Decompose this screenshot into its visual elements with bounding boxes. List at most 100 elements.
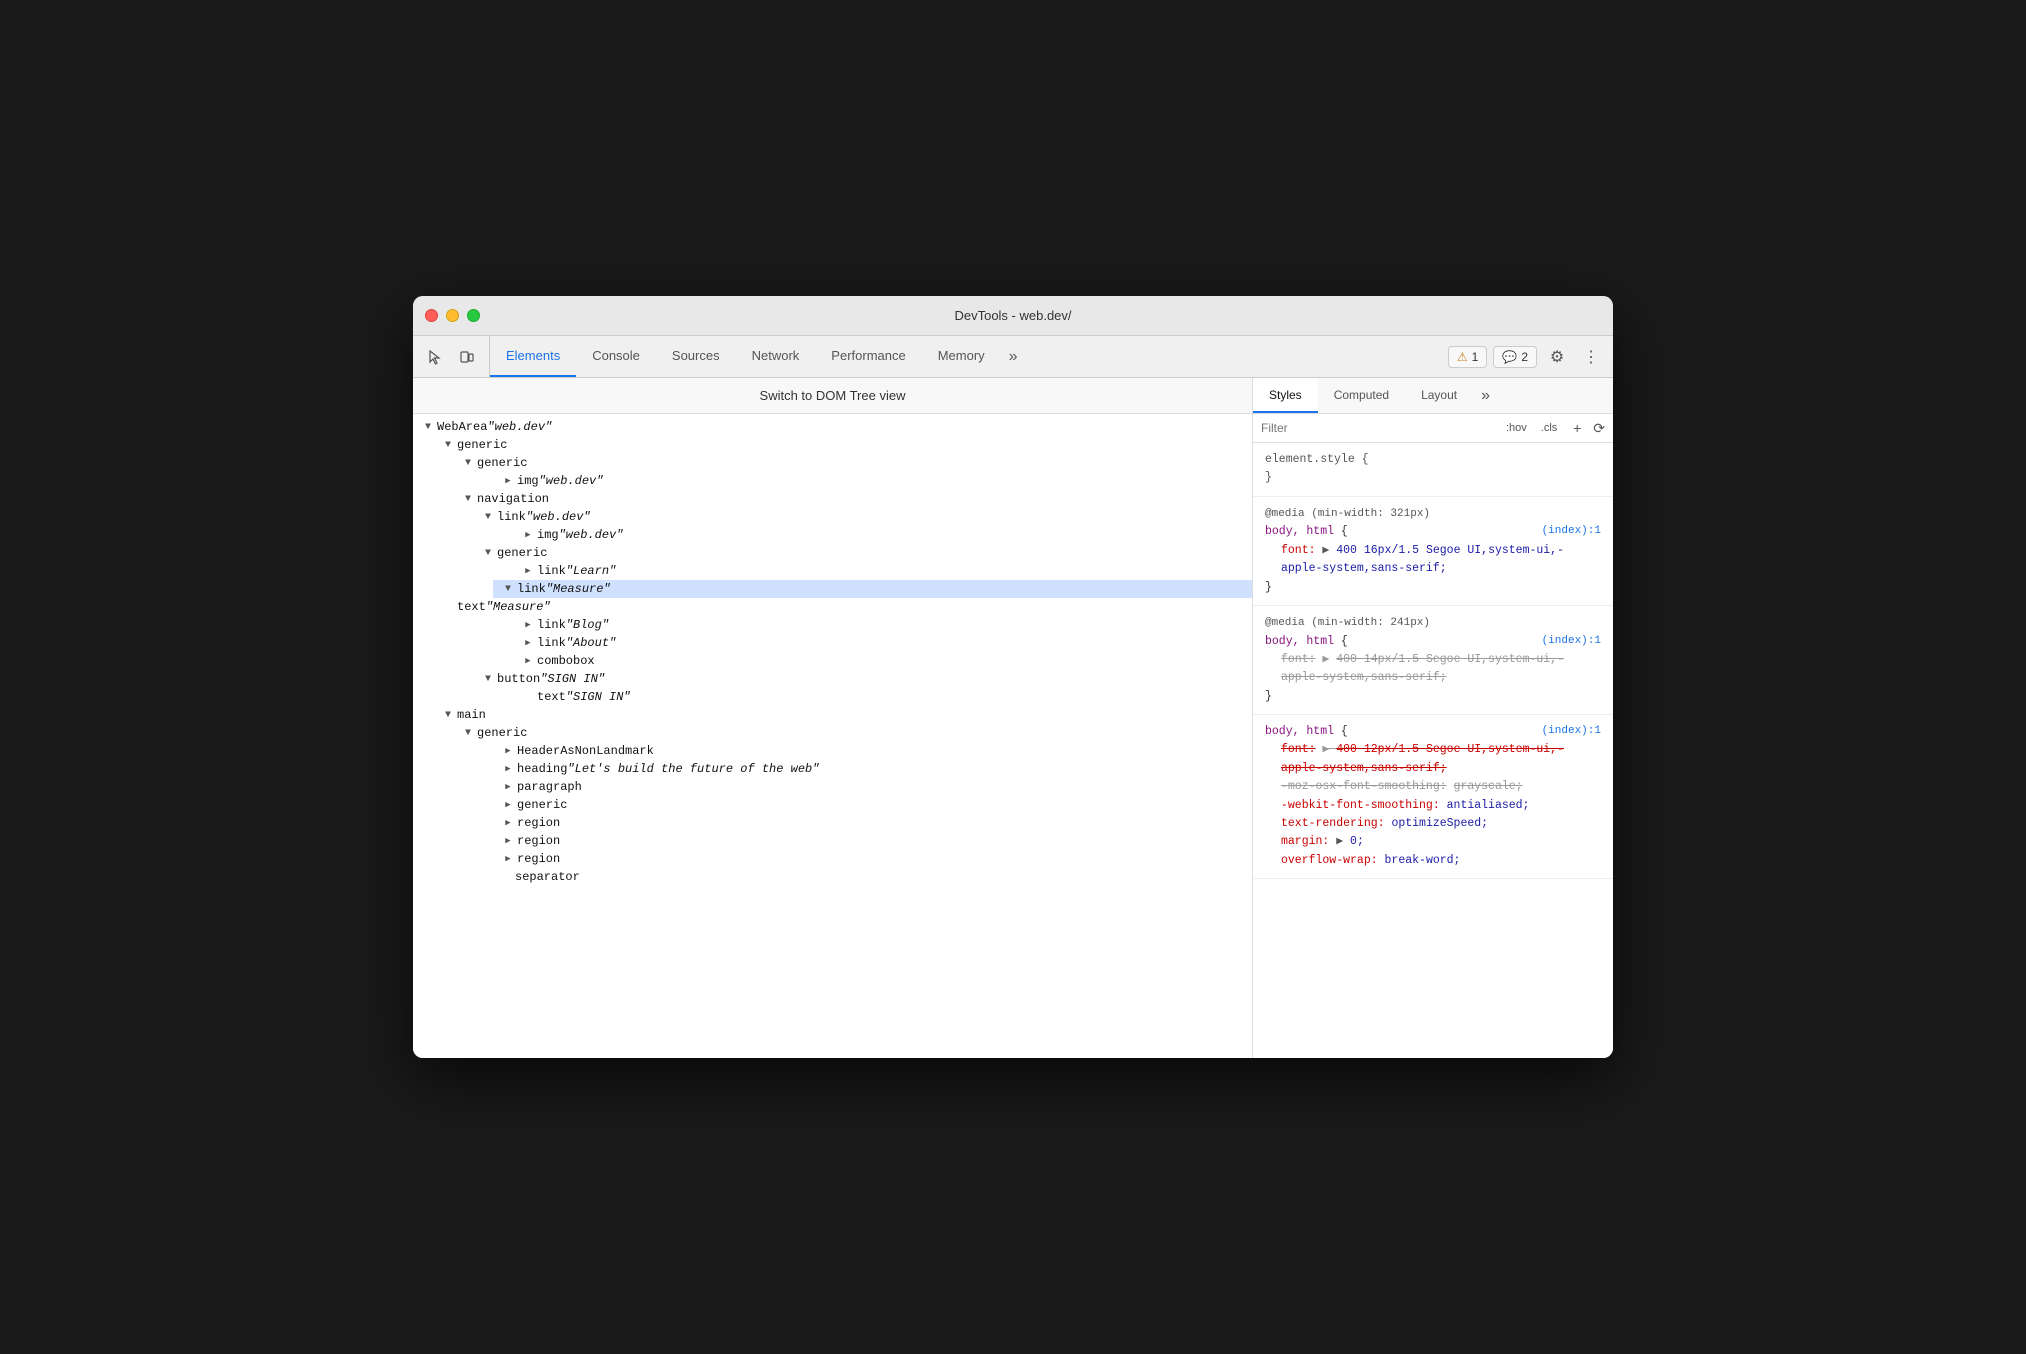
- tree-node-generic-inner[interactable]: ▶ generic: [473, 796, 1252, 814]
- expand-arrow: ▼: [501, 582, 515, 596]
- property-overflow-wrap: overflow-wrap: break-word;: [1265, 852, 1601, 870]
- tree-node-link-blog[interactable]: ▶ link "Blog": [493, 616, 1252, 634]
- tree-node-region-2[interactable]: ▶ region: [473, 832, 1252, 850]
- toolbar-left: [413, 336, 490, 377]
- tree-node-generic-nav[interactable]: ▼ generic: [473, 544, 1252, 562]
- tab-performance[interactable]: Performance: [815, 336, 921, 377]
- expand-arrow: ▶: [501, 744, 515, 758]
- tree-node-navigation[interactable]: ▼ navigation: [453, 490, 1252, 508]
- element-style-block: element.style { }: [1253, 443, 1613, 497]
- source-link-3[interactable]: (index):1: [1542, 723, 1601, 741]
- tab-layout[interactable]: Layout: [1405, 378, 1473, 413]
- add-style-rule-button[interactable]: +: [1567, 418, 1587, 438]
- tree-node-region-3[interactable]: ▶ region: [473, 850, 1252, 868]
- filter-input[interactable]: [1261, 421, 1496, 435]
- tab-sources[interactable]: Sources: [656, 336, 736, 377]
- tree-node-img-1[interactable]: ▶ img "web.dev": [473, 472, 1252, 490]
- settings-button[interactable]: ⚙: [1543, 343, 1571, 371]
- cls-button[interactable]: .cls: [1537, 420, 1562, 436]
- expand-arrow: ▼: [461, 456, 475, 470]
- minimize-button[interactable]: [446, 309, 459, 322]
- close-brace-1: }: [1265, 579, 1601, 597]
- property-margin: margin: ▶ 0;: [1265, 833, 1601, 851]
- refresh-button[interactable]: ⟳: [1593, 420, 1605, 437]
- expand-arrow: ▶: [521, 564, 535, 578]
- expand-arrow: ▼: [461, 726, 475, 740]
- tab-memory[interactable]: Memory: [922, 336, 1001, 377]
- switch-bar[interactable]: Switch to DOM Tree view: [413, 378, 1252, 414]
- toolbar: Elements Console Sources Network Perform…: [413, 336, 1613, 378]
- tree-node-header[interactable]: ▶ HeaderAsNonLandmark: [473, 742, 1252, 760]
- tab-elements[interactable]: Elements: [490, 336, 576, 377]
- styles-panel[interactable]: :hov .cls + ⟳ element.style { }: [1253, 414, 1613, 1058]
- message-icon: 💬: [1502, 350, 1517, 364]
- tree-node-link-webdev[interactable]: ▼ link "web.dev": [473, 508, 1252, 526]
- tree-node-separator[interactable]: separator: [473, 868, 1252, 886]
- tree-node-link-learn[interactable]: ▶ link "Learn": [493, 562, 1252, 580]
- close-brace-2: }: [1265, 688, 1601, 706]
- media-query-241: @media (min-width: 241px): [1265, 614, 1601, 633]
- tree-node-generic-2[interactable]: ▼ generic: [453, 454, 1252, 472]
- hov-button[interactable]: :hov: [1502, 420, 1531, 436]
- more-options-button[interactable]: ⋮: [1577, 343, 1605, 371]
- tree-node-text-measure[interactable]: text "Measure": [433, 598, 1252, 616]
- expand-arrow: ▼: [481, 510, 495, 524]
- property-moz-smoothing: -moz-osx-font-smoothing: grayscale;: [1265, 778, 1601, 796]
- tree-node-combobox[interactable]: ▶ combobox: [493, 652, 1252, 670]
- tree-node-link-measure[interactable]: ▼ link "Measure": [493, 580, 1252, 598]
- tab-sources-label: Sources: [672, 348, 720, 363]
- expand-arrow: ▼: [421, 420, 435, 434]
- devtools-window: DevTools - web.dev/ Elements Console: [413, 296, 1613, 1058]
- warnings-button[interactable]: ⚠ 1: [1448, 346, 1487, 368]
- warning-icon: ⚠: [1457, 350, 1468, 364]
- tree-node-link-about[interactable]: ▶ link "About": [493, 634, 1252, 652]
- more-tabs-button[interactable]: »: [1001, 336, 1026, 377]
- source-link-2[interactable]: (index):1: [1542, 633, 1601, 651]
- device-toolbar-button[interactable]: [453, 343, 481, 371]
- messages-button[interactable]: 💬 2: [1493, 346, 1537, 368]
- expand-arrow: ▼: [441, 438, 455, 452]
- titlebar: DevTools - web.dev/: [413, 296, 1613, 336]
- accessibility-tree[interactable]: ▼ WebArea "web.dev" ▼ generic ▼: [413, 414, 1252, 1058]
- expand-arrow: ▼: [461, 492, 475, 506]
- tab-computed[interactable]: Computed: [1318, 378, 1405, 413]
- property-webkit-smoothing: -webkit-font-smoothing: antialiased;: [1265, 797, 1601, 815]
- tab-console[interactable]: Console: [576, 336, 656, 377]
- tree-node-button-signin[interactable]: ▼ button "SIGN IN": [473, 670, 1252, 688]
- element-style-close: }: [1265, 469, 1601, 487]
- tree-node-main[interactable]: ▼ main: [433, 706, 1252, 724]
- inspect-element-button[interactable]: [421, 343, 449, 371]
- tree-node-generic-main[interactable]: ▼ generic: [453, 724, 1252, 742]
- body-html-block-3: body, html { (index):1 font: ▶ 400 12px/…: [1253, 715, 1613, 879]
- source-link-1[interactable]: (index):1: [1542, 523, 1601, 541]
- tab-network[interactable]: Network: [736, 336, 816, 377]
- tree-node-webarea[interactable]: ▼ WebArea "web.dev": [413, 418, 1252, 436]
- expand-arrow: ▼: [441, 708, 455, 722]
- tab-performance-label: Performance: [831, 348, 905, 363]
- expand-arrow: ▶: [501, 474, 515, 488]
- toolbar-tabs: Elements Console Sources Network Perform…: [490, 336, 1440, 377]
- expand-arrow: ▶: [501, 852, 515, 866]
- tree-node-img-webdev[interactable]: ▶ img "web.dev": [493, 526, 1252, 544]
- expand-arrow: ▶: [501, 798, 515, 812]
- expand-arrow: ▶: [501, 762, 515, 776]
- left-panel: Switch to DOM Tree view ▼ WebArea "web.d…: [413, 378, 1253, 1058]
- media-query-321: @media (min-width: 321px): [1265, 505, 1601, 524]
- more-panel-tabs-button[interactable]: »: [1473, 378, 1498, 413]
- maximize-button[interactable]: [467, 309, 480, 322]
- element-style-selector: element.style {: [1265, 451, 1601, 469]
- tab-styles[interactable]: Styles: [1253, 378, 1318, 413]
- expand-arrow: ▼: [481, 672, 495, 686]
- main-content: Switch to DOM Tree view ▼ WebArea "web.d…: [413, 378, 1613, 1058]
- property-font-321: font: ▶ 400 16px/1.5 Segoe UI,system-ui,…: [1265, 542, 1601, 579]
- traffic-lights: [425, 309, 480, 322]
- tree-node-region-1[interactable]: ▶ region: [473, 814, 1252, 832]
- tree-node-text-signin[interactable]: text "SIGN IN": [493, 688, 1252, 706]
- media-241-block: @media (min-width: 241px) body, html { (…: [1253, 606, 1613, 715]
- tree-node-heading[interactable]: ▶ heading "Let's build the future of the…: [473, 760, 1252, 778]
- property-font-241: font: ▶ 400 14px/1.5 Segoe UI,system-ui,…: [1265, 651, 1601, 688]
- close-button[interactable]: [425, 309, 438, 322]
- tab-elements-label: Elements: [506, 348, 560, 363]
- tree-node-paragraph[interactable]: ▶ paragraph: [473, 778, 1252, 796]
- tree-node-generic-1[interactable]: ▼ generic: [433, 436, 1252, 454]
